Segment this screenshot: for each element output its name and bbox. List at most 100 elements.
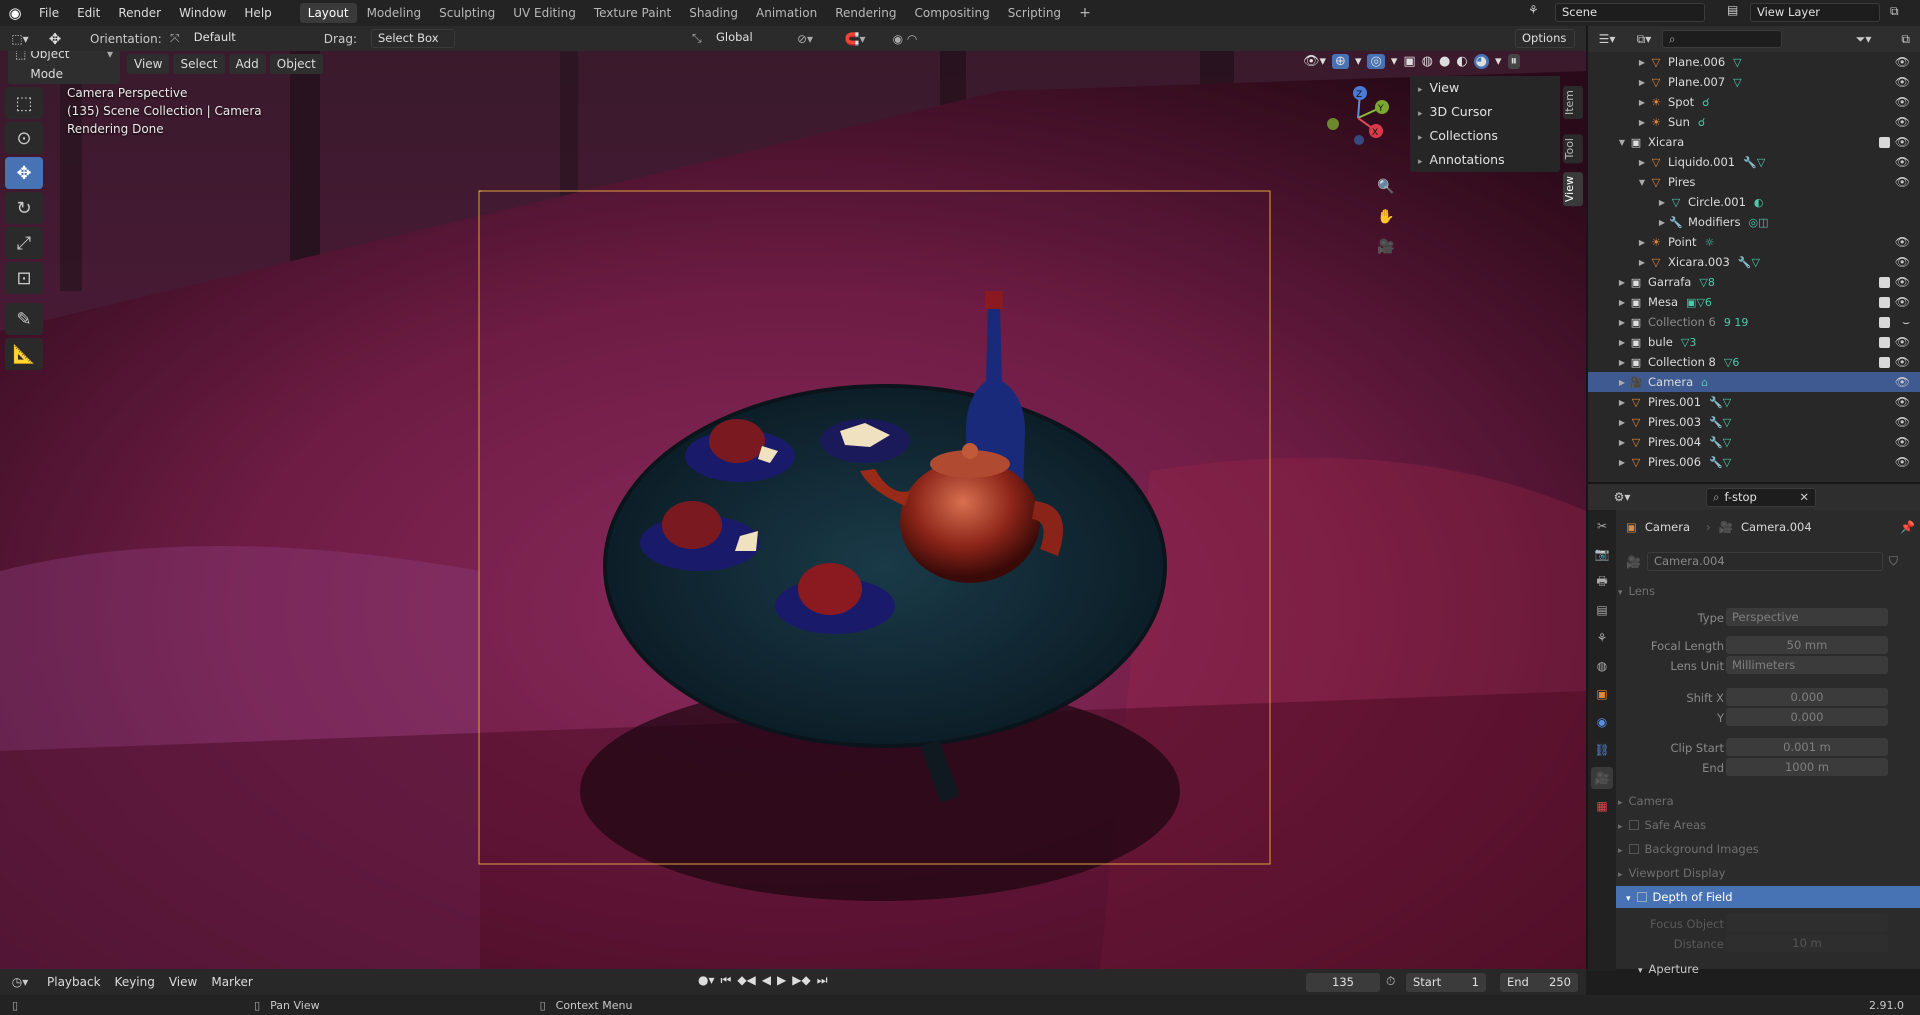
lens-section[interactable]: ▾ Lens [1618, 580, 1918, 602]
editor-type-icon[interactable]: ⬚▾ [0, 32, 40, 46]
chevron-down-icon[interactable]: ▼ [1616, 138, 1628, 147]
measure-icon[interactable]: 📐 [5, 338, 43, 370]
menu-render[interactable]: Render [109, 0, 170, 26]
pause-render-icon[interactable]: ⏸ [1507, 54, 1521, 69]
options-dropdown[interactable]: Options [1515, 29, 1575, 48]
workspace-tab-texture-paint[interactable]: Texture Paint [586, 3, 679, 23]
outliner-row[interactable]: ▶ ▽ Pires.004 🔧▽ 👁 [1588, 432, 1920, 452]
3d-viewport[interactable]: ⬚ Object Mode ▾ View Select Add Object 👁▾ … [0, 51, 1586, 969]
output-tab-icon[interactable]: 🖶 [1591, 571, 1613, 593]
cursor-icon[interactable]: ⊙ [5, 122, 43, 154]
chevron-right-icon[interactable]: ▶ [1656, 218, 1668, 227]
shift-x-field[interactable]: 0.000 [1726, 688, 1888, 706]
add-workspace-icon[interactable]: + [1071, 3, 1099, 23]
chevron-right-icon[interactable]: ▶ [1656, 198, 1668, 207]
outliner-row[interactable]: ▶ 🔧 Modifiers ◎◫ [1588, 212, 1920, 232]
play-icon[interactable]: ▶ [777, 973, 786, 988]
fake-user-icon[interactable]: ⛉ [1889, 554, 1898, 569]
outliner-row-data-icons[interactable]: ◎◫ [1749, 216, 1769, 229]
object-tab-icon[interactable]: ▣ [1591, 683, 1613, 705]
workspace-tab-scripting[interactable]: Scripting [1000, 3, 1069, 23]
checkbox-icon[interactable] [1636, 892, 1647, 902]
visibility-eye-icon[interactable]: 👁 [1895, 455, 1910, 469]
chevron-right-icon[interactable]: ▶ [1616, 398, 1628, 407]
visibility-eye-icon[interactable]: 👁 [1895, 175, 1910, 189]
visibility-eye-icon[interactable]: 👁 [1895, 95, 1910, 109]
pivot-point-icon[interactable]: ⊘▾ [780, 32, 830, 46]
visibility-eye-icon[interactable]: 👁 [1895, 255, 1910, 269]
outliner-row-data-icons[interactable]: ◐ [1754, 196, 1764, 209]
proportional-edit-icon[interactable]: ◉ ◠ [880, 32, 930, 46]
outliner-row[interactable]: ▼ ▣ Xicara 👁 [1588, 132, 1920, 152]
filter-icon[interactable]: ⏷▾ [1856, 32, 1872, 47]
outliner-row[interactable]: ▶ ▣ Collection 8 ▽6 👁 [1588, 352, 1920, 372]
outliner-row[interactable]: ▶ ▣ Garrafa ▽8 👁 [1588, 272, 1920, 292]
view-layer-selector[interactable]: View Layer [1750, 3, 1880, 22]
scale-icon[interactable]: ⤢ [5, 227, 43, 259]
end-frame-field[interactable]: End 250 [1500, 973, 1578, 992]
outliner-row[interactable]: ▶ ☀ Spot ☌ 👁 [1588, 92, 1920, 112]
stopwatch-icon[interactable]: ⏱ [1386, 974, 1395, 989]
exclude-checkbox[interactable] [1879, 336, 1890, 348]
datablock-field[interactable]: Camera.004 [1646, 552, 1883, 571]
visibility-eye-icon[interactable]: 👁 [1895, 135, 1910, 149]
next-keyframe-icon[interactable]: ▶◆ [792, 973, 810, 988]
panel-collections[interactable]: ▸ Collections [1410, 124, 1560, 148]
menu-view[interactable]: View [127, 54, 170, 74]
annotate-icon[interactable]: ✎ [5, 303, 43, 335]
blender-logo-icon[interactable]: ◉ [0, 4, 30, 22]
exclude-checkbox[interactable] [1879, 136, 1890, 148]
outliner-row[interactable]: ▶ ▣ Mesa ▣▽6 👁 [1588, 292, 1920, 312]
exclude-checkbox[interactable] [1879, 276, 1890, 288]
menu-marker[interactable]: Marker [204, 972, 259, 992]
mode-dropdown[interactable]: ⬚ Object Mode ▾ [8, 51, 120, 84]
chevron-right-icon[interactable]: ▶ [1636, 158, 1648, 167]
scene-selector[interactable]: Scene [1555, 3, 1705, 22]
chevron-right-icon[interactable]: ▶ [1636, 78, 1648, 87]
visibility-eye-icon[interactable]: 👁 [1895, 295, 1910, 309]
scene-tab-icon[interactable]: ⚘ [1591, 627, 1613, 649]
outliner-row[interactable]: ▶ ☀ Point ☼ 👁 [1588, 232, 1920, 252]
focus-object-field[interactable] [1726, 914, 1888, 932]
outliner-row-data-icons[interactable]: ☼ [1705, 236, 1715, 249]
visibility-eye-icon[interactable]: 👁 [1895, 435, 1910, 449]
workspace-tab-shading[interactable]: Shading [681, 3, 746, 23]
transform-icon[interactable]: ⊡ [5, 262, 43, 294]
snap-icon[interactable]: 🧲▾ [830, 32, 880, 46]
outliner-row[interactable]: ▶ ▽ Pires.003 🔧▽ 👁 [1588, 412, 1920, 432]
camera-section[interactable]: ▸ Camera [1618, 790, 1918, 812]
material-shading-icon[interactable]: ◐ [1456, 54, 1467, 69]
scene-icon[interactable]: ⚘ [1528, 3, 1539, 17]
workspace-tab-uv-editing[interactable]: UV Editing [505, 3, 584, 23]
outliner-row-data-icons[interactable]: ⌂ [1701, 376, 1708, 389]
lens-unit-dropdown[interactable]: Millimeters [1726, 656, 1888, 674]
exclude-checkbox[interactable] [1879, 356, 1890, 368]
transform-orientation-dropdown[interactable]: Global [709, 29, 780, 48]
editor-type-icon[interactable]: ◷▾ [0, 975, 40, 989]
chevron-right-icon[interactable]: ▶ [1616, 278, 1628, 287]
visibility-eye-icon[interactable]: 👁 [1895, 75, 1910, 89]
menu-select[interactable]: Select [173, 54, 225, 74]
outliner-row-data-icons[interactable]: 🔧▽ [1709, 416, 1731, 429]
visibility-eye-icon[interactable]: 👁 [1895, 395, 1910, 409]
prev-keyframe-icon[interactable]: ◆◀ [737, 973, 755, 988]
background-images-section[interactable]: ▸ Background Images [1618, 838, 1918, 860]
rotate-icon[interactable]: ↻ [5, 192, 43, 224]
pan-hand-icon[interactable]: ✋ [1374, 202, 1398, 232]
view-layer-icon[interactable]: ▤ [1727, 3, 1738, 17]
clear-search-icon[interactable]: ✕ [1799, 489, 1809, 506]
shift-y-field[interactable]: 0.000 [1726, 708, 1888, 726]
menu-view[interactable]: View [162, 972, 204, 992]
chevron-right-icon[interactable]: ▶ [1636, 118, 1648, 127]
visibility-eye-icon[interactable]: 👁 [1895, 55, 1910, 69]
editor-type-icon[interactable]: ☰▾ [1588, 32, 1626, 46]
exclude-checkbox[interactable] [1879, 316, 1890, 328]
visibility-eye-icon[interactable]: 👁 [1895, 415, 1910, 429]
chevron-right-icon[interactable]: ▶ [1616, 378, 1628, 387]
chevron-right-icon[interactable]: ▶ [1636, 58, 1648, 67]
outliner-row-data-icons[interactable]: 🔧▽ [1709, 436, 1731, 449]
camera-view-icon[interactable]: 🎥 [1374, 232, 1398, 262]
current-frame-field[interactable]: 135 [1306, 973, 1380, 992]
jump-end-icon[interactable]: ⏭ [817, 973, 828, 988]
visibility-eye-icon[interactable]: 👁 [1895, 235, 1910, 249]
